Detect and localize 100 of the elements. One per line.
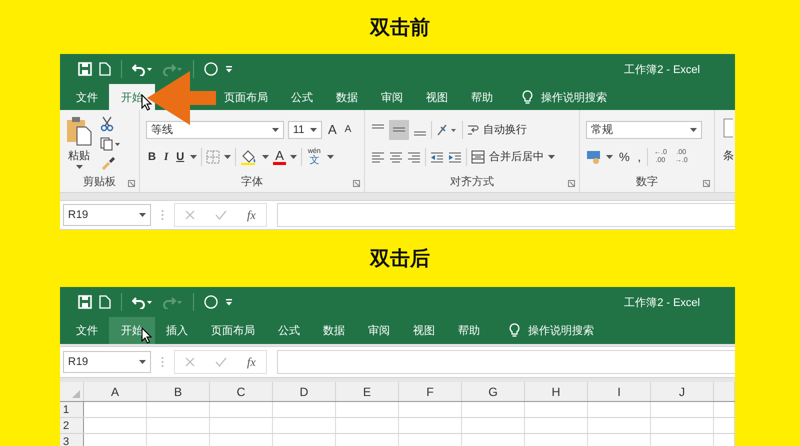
conditional-format-label[interactable]: 条 <box>723 148 734 163</box>
caret-icon[interactable] <box>272 128 279 132</box>
column-header[interactable]: J <box>651 382 714 401</box>
font-style-button[interactable]: U <box>174 150 186 162</box>
caret-icon[interactable] <box>690 128 697 132</box>
customize-toolbar-icon[interactable] <box>225 298 233 306</box>
font-size-field[interactable]: 11 <box>288 120 322 138</box>
ribbon-tab[interactable]: 数据 <box>311 317 357 344</box>
column-header[interactable]: C <box>210 382 273 401</box>
name-box[interactable]: R19 <box>63 351 151 373</box>
ribbon-tab[interactable]: 帮助 <box>446 317 492 344</box>
launcher-icon[interactable] <box>353 180 360 187</box>
caret-icon[interactable] <box>190 154 198 158</box>
drag-handle-icon[interactable] <box>161 209 164 221</box>
caret-icon[interactable] <box>139 360 146 364</box>
align-right-icon[interactable] <box>407 150 421 162</box>
column-header[interactable]: F <box>399 382 462 401</box>
insert-function-button[interactable]: fx <box>247 354 256 370</box>
align-left-icon[interactable] <box>371 150 385 162</box>
check-icon[interactable] <box>215 357 227 367</box>
mouse-pointer-icon <box>141 327 152 344</box>
text-orientation-icon[interactable] <box>436 122 458 136</box>
ribbon-tab[interactable]: 视图 <box>401 317 447 344</box>
ribbon-tab[interactable]: 公式 <box>266 317 312 344</box>
wrap-text-button[interactable]: 自动换行 <box>483 122 527 137</box>
ribbon-tab[interactable]: 帮助 <box>459 84 505 110</box>
row-header[interactable]: 3 <box>60 434 84 446</box>
merge-center-button[interactable]: 合并后居中 <box>489 149 544 164</box>
launcher-icon[interactable] <box>128 180 135 187</box>
save-icon[interactable] <box>78 62 92 76</box>
tell-me-search[interactable]: 操作说明搜索 <box>541 90 607 104</box>
ribbon-tab[interactable]: 数据 <box>324 84 370 110</box>
circle-icon[interactable] <box>204 295 218 309</box>
ribbon-tab[interactable]: 文件 <box>64 84 110 110</box>
align-center-icon[interactable] <box>389 150 403 162</box>
ribbon-tab[interactable]: 公式 <box>279 84 325 110</box>
ribbon-tab[interactable]: 文件 <box>64 317 110 344</box>
number-format-field[interactable]: 常规 <box>586 120 702 138</box>
column-header[interactable]: I <box>588 382 651 401</box>
percent-button[interactable]: % <box>617 150 632 164</box>
new-document-icon[interactable] <box>99 62 111 76</box>
column-header[interactable]: E <box>336 382 399 401</box>
new-document-icon[interactable] <box>99 295 111 309</box>
drag-handle-icon[interactable] <box>161 356 164 368</box>
font-color-button[interactable]: A <box>273 148 286 164</box>
caret-icon[interactable] <box>262 154 270 158</box>
ribbon-tab[interactable]: 审阅 <box>369 84 415 110</box>
ribbon-tab[interactable]: 页面布局 <box>199 317 267 344</box>
wrap-text-icon[interactable] <box>467 122 479 136</box>
brush-icon[interactable] <box>100 156 116 170</box>
name-box[interactable]: R19 <box>63 204 151 226</box>
heading: 双击前 <box>370 16 430 40</box>
currency-icon[interactable] <box>586 150 602 164</box>
insert-function-button[interactable]: fx <box>247 208 256 222</box>
row-header[interactable]: 1 <box>60 402 84 417</box>
merge-cells-icon[interactable] <box>471 150 485 164</box>
decrease-indent-icon[interactable] <box>430 150 444 162</box>
caret-icon[interactable] <box>310 128 317 132</box>
column-header[interactable]: A <box>84 382 147 401</box>
launcher-icon[interactable] <box>568 180 575 187</box>
scissors-icon[interactable] <box>100 116 114 132</box>
caret-icon[interactable] <box>548 154 555 158</box>
font-name-field[interactable]: 等线 <box>146 120 284 138</box>
paste-icon[interactable] <box>66 116 92 146</box>
formula-input[interactable] <box>276 350 735 374</box>
undo-icon[interactable] <box>132 62 154 76</box>
row-header[interactable]: 2 <box>60 418 84 433</box>
middle-align-icon[interactable] <box>389 120 409 140</box>
column-header[interactable]: B <box>147 382 210 401</box>
caret-icon[interactable] <box>139 213 146 217</box>
save-icon[interactable] <box>78 295 92 309</box>
formula-input[interactable] <box>276 203 735 227</box>
ribbon-tab[interactable]: 插入 <box>154 317 200 344</box>
grow-font-button[interactable]: A <box>326 122 339 137</box>
caret-icon[interactable] <box>76 165 82 169</box>
lightbulb-icon <box>509 323 520 338</box>
caret-icon[interactable] <box>224 154 232 158</box>
column-header[interactable]: D <box>273 382 336 401</box>
column-header[interactable]: H <box>525 382 588 401</box>
circle-icon[interactable] <box>204 62 218 76</box>
font-style-button[interactable]: B <box>146 150 158 162</box>
caret-icon[interactable] <box>606 154 613 158</box>
launcher-icon[interactable] <box>703 180 710 187</box>
caret-icon[interactable] <box>290 154 297 158</box>
comma-button[interactable]: , <box>636 150 644 164</box>
fill-color-icon[interactable] <box>240 148 258 164</box>
customize-toolbar-icon[interactable] <box>225 65 233 73</box>
font-style-button[interactable]: I <box>162 150 170 162</box>
ribbon-tab[interactable]: 审阅 <box>356 317 402 344</box>
shrink-font-button[interactable]: A <box>342 124 354 135</box>
ribbon-tab[interactable]: 视图 <box>414 84 460 110</box>
ribbon-tab[interactable]: 页面布局 <box>212 84 280 110</box>
paste-label[interactable]: 粘贴 <box>68 148 90 163</box>
undo-icon[interactable] <box>132 295 154 309</box>
increase-indent-icon[interactable] <box>448 150 462 162</box>
tell-me-search[interactable]: 操作说明搜索 <box>528 323 594 338</box>
copy-icon[interactable] <box>100 137 120 151</box>
caret-icon[interactable] <box>326 154 334 158</box>
column-header[interactable]: G <box>462 382 525 401</box>
check-icon[interactable] <box>215 210 227 220</box>
